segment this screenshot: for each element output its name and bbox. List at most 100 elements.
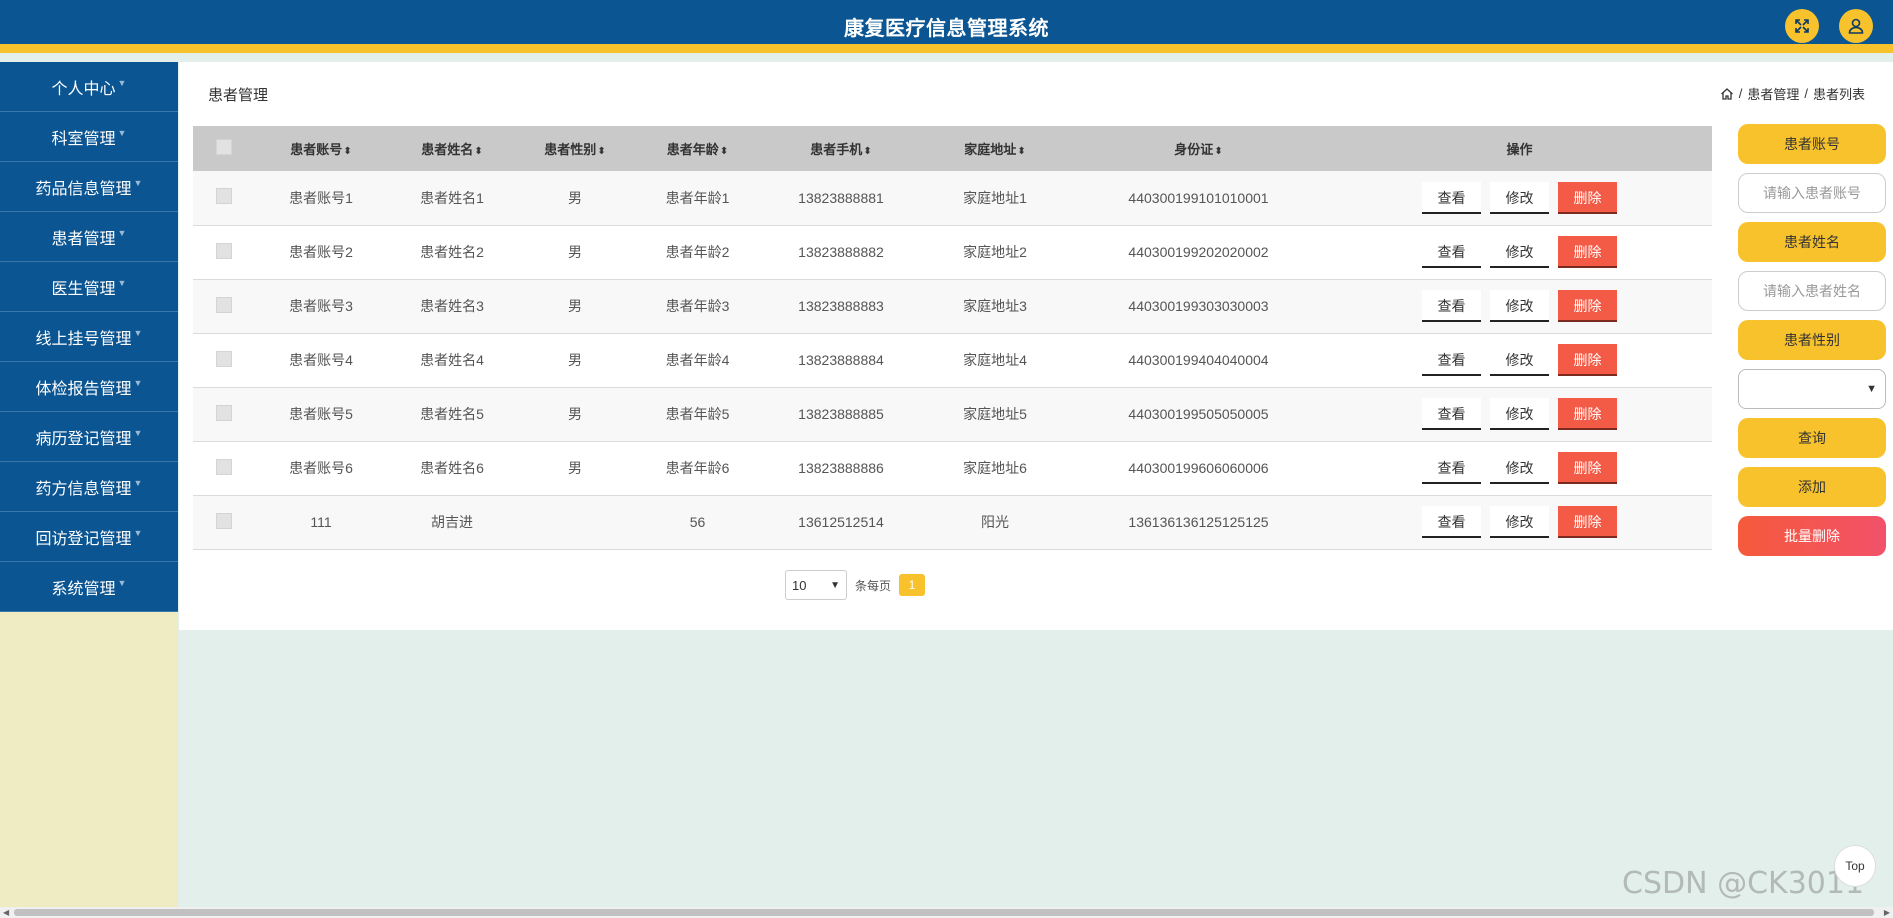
page-size-select[interactable]: 10 ▼ [785, 570, 847, 600]
sidebar-item-prescriptions[interactable]: 药方信息管理 ▼ [0, 462, 178, 512]
sidebar-item-follow-ups[interactable]: 回访登记管理 ▼ [0, 512, 178, 562]
view-button[interactable]: 查看 [1422, 344, 1481, 376]
delete-button[interactable]: 删除 [1558, 181, 1617, 214]
sidebar-item-patients[interactable]: 患者管理 ▼ [0, 212, 178, 262]
column-header-label: 患者年龄 [666, 142, 719, 157]
column-header-address[interactable]: 家庭地址⬍ [920, 126, 1070, 171]
page-number-current[interactable]: 1 [899, 574, 926, 596]
edit-button[interactable]: 修改 [1490, 398, 1549, 430]
row-select-cell [193, 171, 255, 225]
delete-button[interactable]: 删除 [1558, 344, 1617, 376]
sort-icon[interactable]: ⬍ [597, 146, 605, 157]
horizontal-scrollbar[interactable]: ◀ ▶ [0, 907, 1893, 918]
main-panel: 患者管理 / 患者管理 / 患者列表 患者账号⬍ 患者姓名⬍ 患者性别⬍ 患者年… [179, 62, 1893, 630]
cell-actions: 查看 修改 删除 [1327, 495, 1712, 549]
add-button[interactable]: 添加 [1738, 467, 1886, 507]
breadcrumb-section[interactable]: 患者管理 [1747, 84, 1799, 103]
cell-gender: 男 [568, 352, 582, 368]
row-checkbox[interactable] [216, 512, 232, 529]
cell-age: 56 [689, 514, 706, 530]
gender-select[interactable]: ▼ [1738, 369, 1886, 409]
table-row: 患者账号1 患者姓名1 男 患者年龄1 13823888881 家庭地址1 44… [193, 171, 1712, 225]
top-header: 康复医疗信息管理系统 [0, 0, 1893, 53]
user-button[interactable] [1839, 9, 1873, 43]
name-search-input[interactable]: 请输入患者姓名 [1738, 271, 1886, 311]
edit-button[interactable]: 修改 [1490, 290, 1549, 322]
cell-gender: 男 [568, 460, 582, 476]
patient-table: 患者账号⬍ 患者姓名⬍ 患者性别⬍ 患者年龄⬍ 患者手机⬍ 家庭地址⬍ 身份证⬍… [193, 126, 1712, 550]
view-button[interactable]: 查看 [1422, 452, 1481, 484]
cell-id-card: 440300199202020002 [1128, 244, 1269, 260]
chevron-down-icon: ▼ [133, 327, 143, 338]
scroll-right-icon[interactable]: ▶ [1884, 907, 1890, 918]
fullscreen-button[interactable] [1785, 9, 1819, 43]
sort-icon[interactable]: ⬍ [863, 146, 871, 157]
row-select-cell [193, 387, 255, 441]
sidebar-item-label: 线上挂号管理 [35, 330, 132, 348]
sort-icon[interactable]: ⬍ [1214, 146, 1222, 157]
account-search-input[interactable]: 请输入患者账号 [1738, 173, 1886, 213]
sort-icon[interactable]: ⬍ [474, 146, 482, 157]
delete-button[interactable]: 删除 [1558, 398, 1617, 430]
account-label: 患者账号 [1738, 124, 1886, 164]
view-button[interactable]: 查看 [1422, 398, 1481, 430]
row-checkbox[interactable] [216, 188, 232, 205]
sidebar-item-system[interactable]: 系统管理 ▼ [0, 562, 178, 612]
row-checkbox[interactable] [216, 350, 232, 367]
query-button[interactable]: 查询 [1738, 418, 1886, 458]
view-button[interactable]: 查看 [1422, 290, 1481, 322]
edit-button[interactable]: 修改 [1490, 506, 1549, 538]
delete-button[interactable]: 删除 [1558, 452, 1617, 484]
sidebar-item-doctors[interactable]: 医生管理 ▼ [0, 262, 178, 312]
delete-button[interactable]: 删除 [1558, 506, 1617, 538]
column-header-phone[interactable]: 患者手机⬍ [762, 126, 920, 171]
scroll-left-icon[interactable]: ◀ [3, 907, 9, 918]
cell-name: 患者姓名3 [420, 298, 484, 314]
row-checkbox[interactable] [216, 458, 232, 475]
edit-button[interactable]: 修改 [1490, 236, 1549, 268]
sidebar-item-medical-records[interactable]: 病历登记管理 ▼ [0, 412, 178, 462]
column-header-name[interactable]: 患者姓名⬍ [387, 126, 517, 171]
sidebar-item-personal-center[interactable]: 个人中心 ▼ [0, 62, 178, 112]
sidebar-item-departments[interactable]: 科室管理 ▼ [0, 112, 178, 162]
sidebar-item-checkup-reports[interactable]: 体检报告管理 ▼ [0, 362, 178, 412]
column-header-age[interactable]: 患者年龄⬍ [633, 126, 762, 171]
column-header-id-card[interactable]: 身份证⬍ [1070, 126, 1327, 171]
cell-account: 患者账号4 [289, 352, 353, 368]
column-header-account[interactable]: 患者账号⬍ [255, 126, 387, 171]
view-button[interactable]: 查看 [1422, 506, 1481, 538]
delete-button[interactable]: 删除 [1558, 236, 1617, 268]
chevron-down-icon: ▼ [133, 377, 143, 388]
edit-button[interactable]: 修改 [1490, 181, 1549, 214]
sort-icon[interactable]: ⬍ [343, 146, 351, 157]
column-header-gender[interactable]: 患者性别⬍ [517, 126, 633, 171]
chevron-down-icon: ▼ [830, 579, 840, 591]
edit-button[interactable]: 修改 [1490, 452, 1549, 484]
cell-phone: 13823888885 [798, 406, 884, 422]
back-to-top-button[interactable]: Top [1834, 845, 1876, 887]
batch-delete-button[interactable]: 批量删除 [1738, 516, 1886, 556]
table-row: 患者账号4 患者姓名4 男 患者年龄4 13823888884 家庭地址4 44… [193, 333, 1712, 387]
sort-icon[interactable]: ⬍ [720, 146, 728, 157]
sort-icon[interactable]: ⬍ [1017, 146, 1025, 157]
cell-age: 患者年龄6 [665, 460, 730, 476]
sidebar-item-drug-info[interactable]: 药品信息管理 ▼ [0, 162, 178, 212]
row-select-cell [193, 279, 255, 333]
row-checkbox[interactable] [216, 404, 232, 421]
scrollbar-thumb[interactable] [14, 909, 1874, 916]
chevron-down-icon: ▼ [117, 77, 127, 88]
row-checkbox[interactable] [216, 242, 232, 259]
sidebar-item-online-registration[interactable]: 线上挂号管理 ▼ [0, 312, 178, 362]
home-icon[interactable] [1720, 87, 1734, 101]
view-button[interactable]: 查看 [1422, 236, 1481, 268]
delete-button[interactable]: 删除 [1558, 290, 1617, 322]
view-button[interactable]: 查看 [1422, 181, 1481, 214]
select-all-checkbox[interactable] [216, 139, 232, 155]
column-header-label: 患者账号 [290, 142, 343, 157]
row-checkbox[interactable] [216, 296, 232, 313]
cell-actions: 查看 修改 删除 [1327, 333, 1712, 387]
edit-button[interactable]: 修改 [1490, 344, 1549, 376]
cell-address: 家庭地址2 [963, 244, 1027, 260]
cell-name: 患者姓名6 [420, 460, 484, 476]
pagination: 10 ▼ 条每页 1 [785, 570, 926, 600]
